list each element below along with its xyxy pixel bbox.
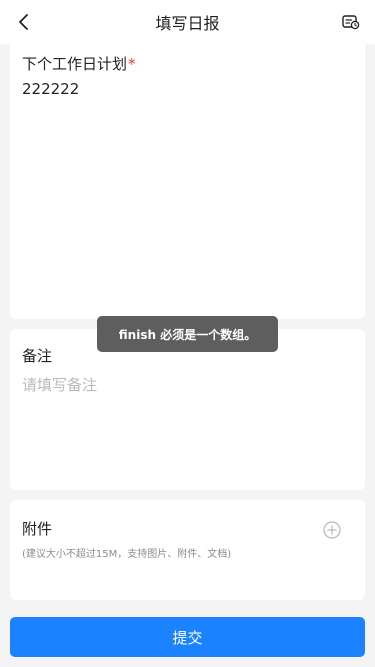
attachment-card: 附件 (建议大小不超过15M，支持图片、附件、文档) — [10, 500, 365, 600]
remark-textarea[interactable]: 请填写备注 — [22, 374, 352, 395]
page-title: 填写日报 — [155, 14, 220, 33]
required-mark: * — [128, 55, 136, 73]
plan-label: 下个工作日计划* — [22, 53, 136, 74]
add-attachment-button[interactable] — [323, 521, 341, 539]
remark-label: 备注 — [22, 347, 53, 365]
daily-report-page: 填写日报 下个工作日计划* 222222 备注 请填写备注 附件 (建议大小不超… — [0, 0, 375, 667]
plan-textarea[interactable]: 222222 — [22, 80, 352, 98]
history-button[interactable] — [341, 12, 361, 32]
attachment-label: 附件 — [22, 520, 53, 538]
calendar-clock-icon — [342, 15, 360, 30]
plus-circle-icon — [323, 521, 341, 539]
back-button[interactable] — [12, 10, 36, 34]
plan-card: 下个工作日计划* 222222 — [10, 44, 365, 319]
attachment-hint: (建议大小不超过15M，支持图片、附件、文档) — [22, 549, 232, 560]
nav-header: 填写日报 — [0, 0, 375, 44]
plan-label-text: 下个工作日计划 — [22, 55, 128, 73]
submit-button[interactable]: 提交 — [10, 617, 365, 657]
toast-message: finish 必须是一个数组。 — [97, 316, 278, 352]
chevron-left-icon — [19, 14, 28, 30]
remark-card: 备注 请填写备注 — [10, 329, 365, 490]
